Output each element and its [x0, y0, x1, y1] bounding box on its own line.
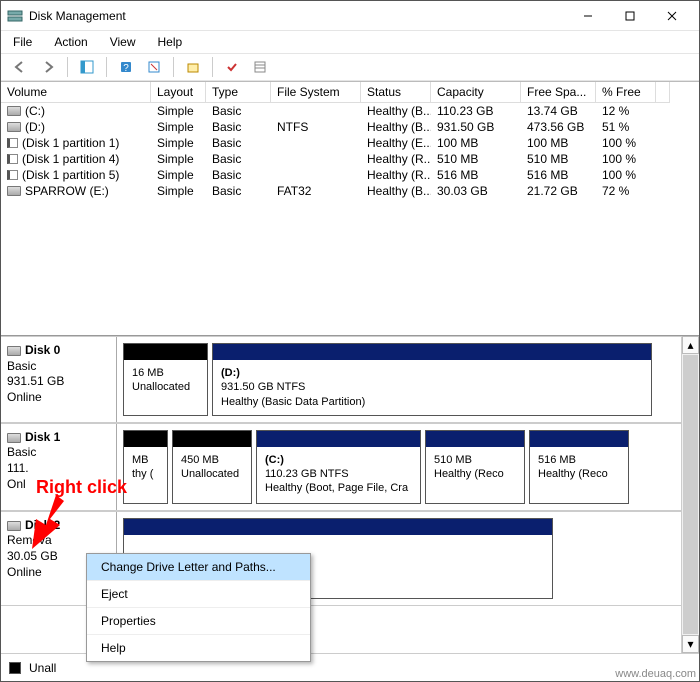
volume-name: (C:) — [25, 104, 45, 118]
volume-icon — [7, 186, 21, 196]
volume-name: SPARROW (E:) — [25, 184, 109, 198]
table-row[interactable]: (Disk 1 partition 5)SimpleBasicHealthy (… — [1, 167, 699, 183]
col-status[interactable]: Status — [361, 82, 431, 103]
volume-name: (Disk 1 partition 1) — [22, 136, 119, 150]
volume-name: (Disk 1 partition 5) — [22, 168, 119, 182]
legend-swatch-unallocated — [9, 662, 21, 674]
volume-icon — [7, 106, 21, 116]
menu-help[interactable]: Help — [154, 34, 187, 50]
legend-label: Unall — [29, 661, 56, 675]
disk-icon — [7, 521, 21, 531]
menu-view[interactable]: View — [106, 34, 140, 50]
partition-icon — [7, 170, 18, 180]
properties-button[interactable] — [182, 56, 204, 78]
partition-box[interactable]: 450 MBUnallocated — [172, 430, 252, 504]
col-layout[interactable]: Layout — [151, 82, 206, 103]
disk-size: 931.51 GB — [7, 374, 110, 390]
partition-box[interactable]: 516 MBHealthy (Reco — [529, 430, 629, 504]
table-row[interactable]: (Disk 1 partition 1)SimpleBasicHealthy (… — [1, 135, 699, 151]
col-freespace[interactable]: Free Spa... — [521, 82, 596, 103]
close-button[interactable] — [651, 2, 693, 30]
pane-toggle-button[interactable] — [76, 56, 98, 78]
col-extra[interactable] — [656, 82, 670, 103]
table-row[interactable]: SPARROW (E:)SimpleBasicFAT32Healthy (B..… — [1, 183, 699, 199]
partition-box[interactable]: (D:)931.50 GB NTFSHealthy (Basic Data Pa… — [212, 343, 652, 416]
volume-table: Volume Layout Type File System Status Ca… — [1, 81, 699, 335]
app-icon — [7, 8, 23, 24]
watermark: www.deuaq.com — [615, 668, 696, 680]
partition-icon — [7, 154, 18, 164]
back-button[interactable] — [9, 56, 31, 78]
scrollbar[interactable]: ▴ ▾ — [681, 336, 699, 653]
volume-name: (D:) — [25, 120, 45, 134]
context-menu-help[interactable]: Help — [87, 634, 310, 661]
partition-icon — [7, 138, 18, 148]
context-menu-properties[interactable]: Properties — [87, 607, 310, 634]
disk-icon — [7, 433, 21, 443]
disk-size: 111. — [7, 461, 110, 477]
scroll-up-icon[interactable]: ▴ — [682, 336, 699, 354]
disk-row: Disk 0Basic931.51 GBOnline 16 MBUnallocat… — [1, 336, 681, 423]
col-filesystem[interactable]: File System — [271, 82, 361, 103]
table-row[interactable]: (D:)SimpleBasicNTFSHealthy (B...931.50 G… — [1, 119, 699, 135]
volume-name: (Disk 1 partition 4) — [22, 152, 119, 166]
table-row[interactable]: (Disk 1 partition 4)SimpleBasicHealthy (… — [1, 151, 699, 167]
disk-title: Disk 1 — [25, 430, 60, 446]
window-title: Disk Management — [29, 9, 567, 23]
scroll-down-icon[interactable]: ▾ — [682, 635, 699, 653]
partition-box[interactable]: MBthy ( — [123, 430, 168, 504]
partition-box[interactable]: 510 MBHealthy (Reco — [425, 430, 525, 504]
forward-button[interactable] — [37, 56, 59, 78]
disk-type: Basic — [7, 359, 110, 375]
disk-type: Basic — [7, 445, 110, 461]
maximize-button[interactable] — [609, 2, 651, 30]
menubar: File Action View Help — [1, 31, 699, 53]
titlebar[interactable]: Disk Management — [1, 1, 699, 31]
disk-title: Disk 0 — [25, 343, 60, 359]
col-pctfree[interactable]: % Free — [596, 82, 656, 103]
help-button[interactable]: ? — [115, 56, 137, 78]
context-menu-eject[interactable]: Eject — [87, 580, 310, 607]
col-volume[interactable]: Volume — [1, 82, 151, 103]
disk-icon — [7, 346, 21, 356]
minimize-button[interactable] — [567, 2, 609, 30]
table-row[interactable]: (C:)SimpleBasicHealthy (B...110.23 GB13.… — [1, 103, 699, 119]
col-capacity[interactable]: Capacity — [431, 82, 521, 103]
toolbar: ? — [1, 53, 699, 81]
svg-text:?: ? — [123, 63, 129, 74]
annotation-arrow-1 — [26, 495, 66, 555]
context-menu: Change Drive Letter and Paths... Eject P… — [86, 553, 311, 662]
menu-file[interactable]: File — [9, 34, 36, 50]
disk-status: Online — [7, 390, 110, 406]
col-type[interactable]: Type — [206, 82, 271, 103]
partition-box[interactable]: 16 MBUnallocated — [123, 343, 208, 416]
volume-icon — [7, 122, 21, 132]
context-menu-change-drive-letter[interactable]: Change Drive Letter and Paths... — [87, 554, 310, 580]
refresh-button[interactable] — [143, 56, 165, 78]
check-button[interactable] — [221, 56, 243, 78]
menu-action[interactable]: Action — [50, 34, 91, 50]
list-button[interactable] — [249, 56, 271, 78]
partition-box[interactable]: (C:)110.23 GB NTFSHealthy (Boot, Page Fi… — [256, 430, 421, 504]
